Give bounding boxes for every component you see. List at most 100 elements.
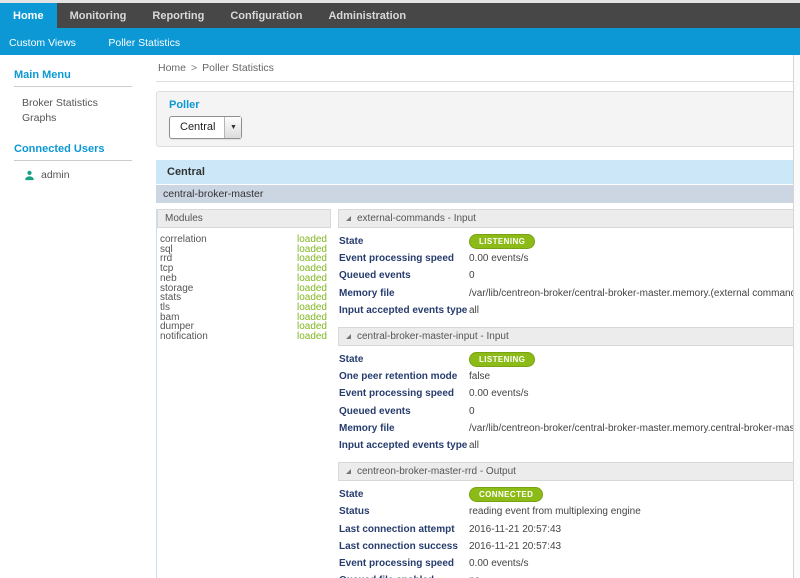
collapse-triangle-icon <box>346 334 351 339</box>
user-icon <box>24 170 35 181</box>
stat-row: Memory file /var/lib/centreon-broker/cen… <box>339 420 800 437</box>
connected-users-heading: Connected Users <box>14 143 138 155</box>
stat-label: One peer retention mode <box>339 371 469 382</box>
stat-value: 0 <box>469 270 475 281</box>
stat-value: /var/lib/centreon-broker/central-broker-… <box>469 423 800 434</box>
divider <box>14 160 132 161</box>
stat-value: 0.00 events/s <box>469 388 528 399</box>
connected-user[interactable]: admin <box>14 169 138 181</box>
stat-row: State LISTENING <box>339 233 800 250</box>
stat-row: Queued events 0 <box>339 267 800 284</box>
stat-value: all <box>469 440 479 451</box>
endpoint-sections-column: external-commands - Input State LISTENIN… <box>338 209 800 578</box>
stat-row: Memory file /var/lib/centreon-broker/cen… <box>339 285 800 302</box>
module-name: notification <box>160 332 208 342</box>
state-badge: LISTENING <box>469 234 535 249</box>
stat-label: Event processing speed <box>339 558 469 569</box>
stat-value: all <box>469 305 479 316</box>
section-title: centreon-broker-master-rrd - Output <box>357 466 516 477</box>
nav-tab-administration[interactable]: Administration <box>315 3 419 28</box>
breadcrumb-rule <box>156 81 800 82</box>
subnav-items: Custom Views Poller Statistics <box>9 33 208 51</box>
collapse-triangle-icon <box>346 469 351 474</box>
stat-label: Event processing speed <box>339 388 469 399</box>
nav-tab-monitoring[interactable]: Monitoring <box>57 3 140 28</box>
breadcrumb-separator: > <box>191 62 197 74</box>
stat-row: Input accepted events type all <box>339 302 800 319</box>
section-header[interactable]: centreon-broker-master-rrd - Output <box>338 462 800 481</box>
user-name: admin <box>41 169 70 181</box>
stat-row: Status reading event from multiplexing e… <box>339 503 800 520</box>
stat-label: Input accepted events type <box>339 440 469 451</box>
section-rows: State LISTENING One peer retention mode … <box>338 346 800 457</box>
stat-value: 0.00 events/s <box>469 558 528 569</box>
endpoint-section: centreon-broker-master-rrd - Output Stat… <box>338 462 800 578</box>
poller-select-value: Central <box>170 117 224 138</box>
subnav-item-custom-views[interactable]: Custom Views <box>9 37 76 49</box>
stat-label: Memory file <box>339 288 469 299</box>
nav-tab-label: Administration <box>328 10 406 22</box>
stat-row: Queued file enabled no <box>339 572 800 578</box>
spacer <box>14 125 138 141</box>
section-header[interactable]: central-broker-master-input - Input <box>338 327 800 346</box>
poller-filter-panel: Poller Central ▼ <box>156 91 800 147</box>
nav-tab-configuration[interactable]: Configuration <box>217 3 315 28</box>
stat-label: State <box>339 489 469 500</box>
module-row: notification loaded <box>160 332 327 342</box>
nav-tab-label: Monitoring <box>70 10 127 22</box>
stat-label: Queued events <box>339 406 469 417</box>
breadcrumb-item[interactable]: Home <box>158 62 186 74</box>
collapse-triangle-icon <box>346 216 351 221</box>
endpoint-section: external-commands - Input State LISTENIN… <box>338 209 800 322</box>
broker-stats-panel: Central central-broker-master Modules co… <box>156 160 800 578</box>
stat-row: Last connection success 2016-11-21 20:57… <box>339 538 800 555</box>
page-layout: Main Menu Broker Statistics Graphs Conne… <box>0 55 800 578</box>
panel-columns: Modules correlation loaded sql loaded rr… <box>156 209 800 578</box>
broker-instance-title: central-broker-master <box>156 185 800 203</box>
poller-label: Poller <box>169 99 800 111</box>
nav-tab-home[interactable]: Home <box>0 3 57 28</box>
section-header[interactable]: external-commands - Input <box>338 209 800 228</box>
stat-row: Event processing speed 0.00 events/s <box>339 250 800 267</box>
endpoint-section: central-broker-master-input - Input Stat… <box>338 327 800 457</box>
sidebar-item-broker-statistics[interactable]: Broker Statistics <box>14 95 138 110</box>
stat-row: One peer retention mode false <box>339 368 800 385</box>
divider <box>14 86 132 87</box>
main-menu-heading: Main Menu <box>14 69 138 81</box>
subnav-item-poller-statistics[interactable]: Poller Statistics <box>108 37 180 49</box>
section-rows: State CONNECTED Status reading event fro… <box>338 481 800 578</box>
stat-label: State <box>339 236 469 247</box>
stat-value: reading event from multiplexing engine <box>469 506 641 517</box>
section-title: external-commands - Input <box>357 213 476 224</box>
stat-row: Event processing speed 0.00 events/s <box>339 555 800 572</box>
stat-value: false <box>469 371 490 382</box>
stat-row: State LISTENING <box>339 351 800 368</box>
poller-select[interactable]: Central ▼ <box>169 116 242 139</box>
stat-label: Input accepted events type <box>339 305 469 316</box>
stat-value: 2016-11-21 20:57:43 <box>469 541 561 552</box>
stat-label: Status <box>339 506 469 517</box>
nav-tab-label: Home <box>13 10 44 22</box>
stat-label: Queued events <box>339 270 469 281</box>
sidebar-item-graphs[interactable]: Graphs <box>14 110 138 125</box>
nav-tab-label: Reporting <box>152 10 204 22</box>
connected-users-list: admin <box>14 169 138 181</box>
poller-panel-title: Central <box>156 160 800 184</box>
modules-list: correlation loaded sql loaded rrd loaded… <box>157 228 331 342</box>
nav-tab-reporting[interactable]: Reporting <box>139 3 217 28</box>
module-status: loaded <box>297 332 327 342</box>
stat-value: 0 <box>469 406 475 417</box>
vertical-scrollbar[interactable] <box>793 55 800 578</box>
main-content: Home>Poller Statistics Poller Central ▼ … <box>148 55 800 578</box>
stat-row: Event processing speed 0.00 events/s <box>339 385 800 402</box>
stat-label: Memory file <box>339 423 469 434</box>
stat-label: Event processing speed <box>339 253 469 264</box>
breadcrumb: Home > Poller Statistics <box>156 60 800 74</box>
stat-row: Queued events 0 <box>339 403 800 420</box>
main-menu: Broker Statistics Graphs <box>14 95 138 125</box>
stat-row: Last connection attempt 2016-11-21 20:57… <box>339 520 800 537</box>
breadcrumb-item: Poller Statistics <box>202 62 274 74</box>
modules-column: Modules correlation loaded sql loaded rr… <box>157 209 331 342</box>
section-title: central-broker-master-input - Input <box>357 331 509 342</box>
sub-navigation-bar: Custom Views Poller Statistics <box>0 28 800 55</box>
